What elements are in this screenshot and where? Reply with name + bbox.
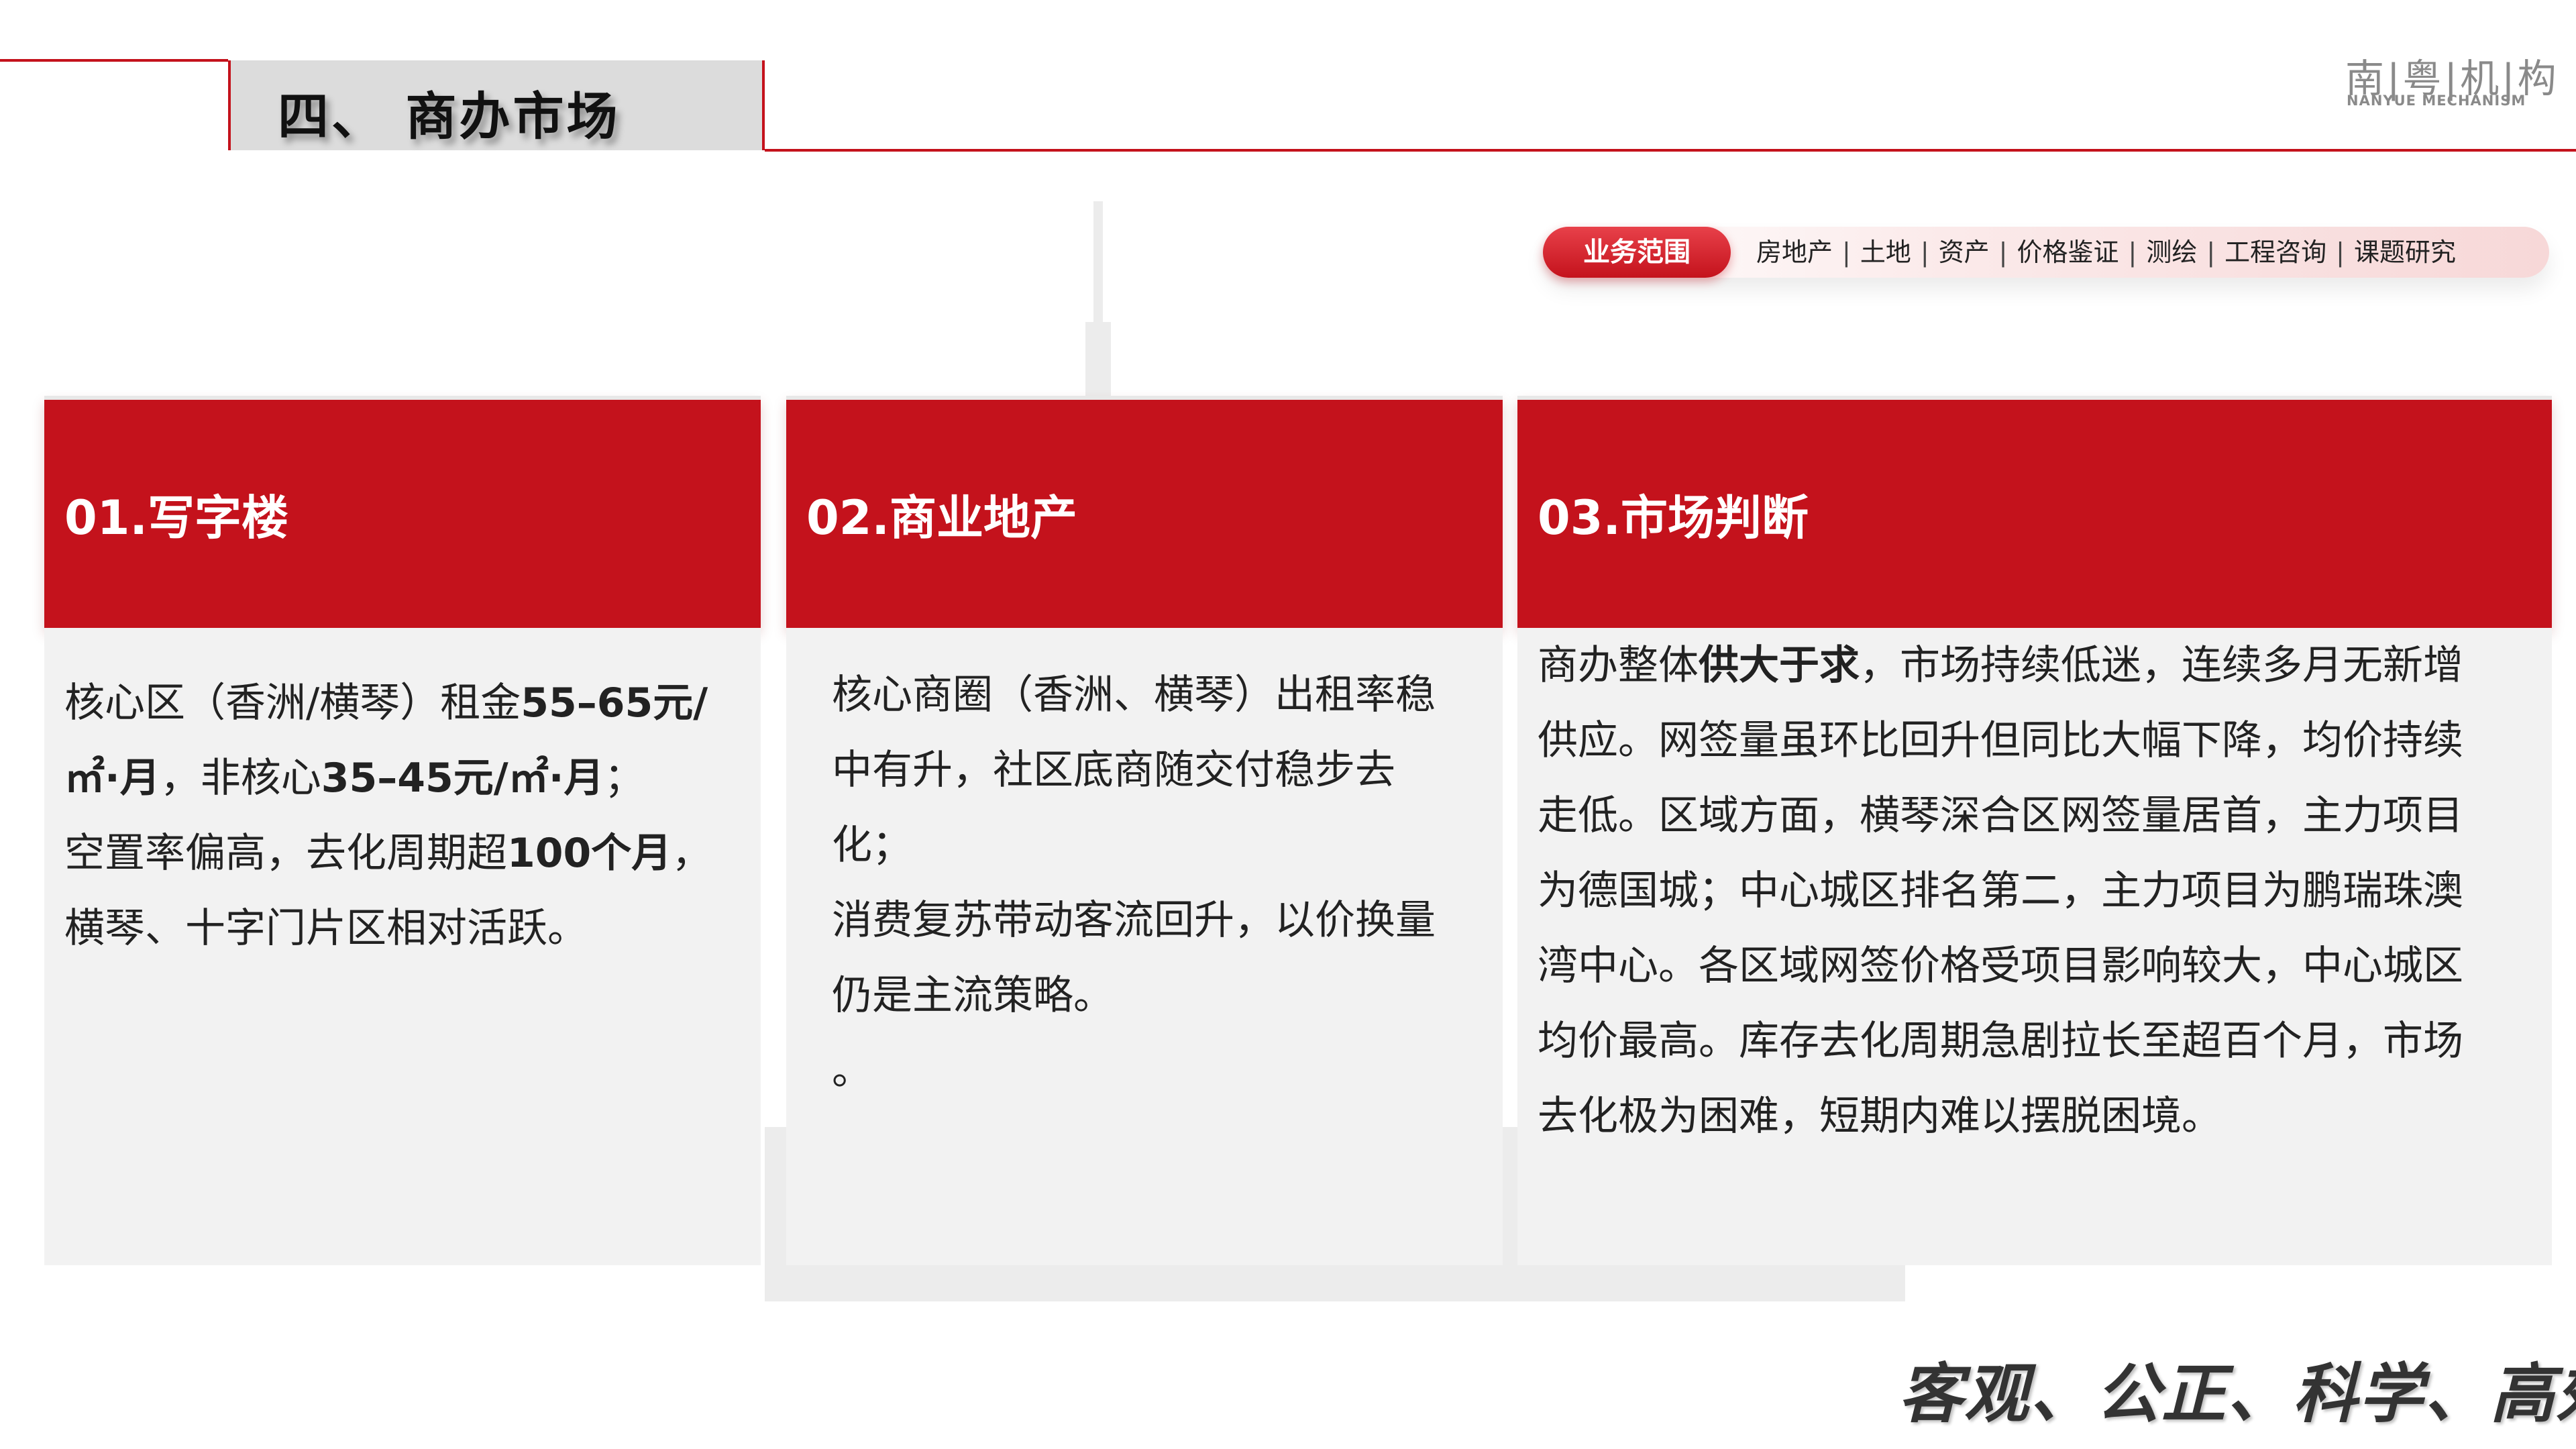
card-text: 核心商圈（香洲、横琴）出租率稳中有升，社区底商随交付稳步去化； 消费复苏带动客流回… bbox=[832, 657, 1436, 1108]
business-item-separator: | bbox=[1998, 237, 2008, 267]
card-commercial: 02.商业地产 核心商圈（香洲、横琴）出租率稳中有升，社区底商随交付稳步去化； 消… bbox=[786, 396, 1503, 1265]
bold-text: 100个月 bbox=[507, 830, 672, 877]
business-item: 测绘 bbox=[2146, 237, 2198, 267]
card-paragraph: 核心商圈（香洲、横琴）出租率稳中有升，社区底商随交付稳步去化； bbox=[832, 657, 1436, 883]
card-body: 核心商圈（香洲、横琴）出租率稳中有升，社区底商随交付稳步去化； 消费复苏带动客流回… bbox=[786, 628, 1503, 1265]
business-item-separator: | bbox=[2336, 237, 2345, 267]
business-scope-items: 房地产 | 土地 | 资产 | 价格鉴证 | 测绘 | 工程咨询 | 课题研究 bbox=[1756, 227, 2456, 278]
text-run: 消费复苏带动客流回升，以价换量仍是主流策略。 bbox=[832, 897, 1436, 1019]
business-item: 工程咨询 bbox=[2224, 237, 2327, 267]
card-header: 02.商业地产 bbox=[786, 396, 1503, 628]
text-run: 空置率偏高，去化周期超 bbox=[64, 830, 507, 877]
bold-text: 供大于求 bbox=[1699, 642, 1860, 689]
header-line-right bbox=[765, 149, 2576, 152]
section-title: 四、 商办市场 bbox=[278, 87, 621, 146]
business-item: 土地 bbox=[1860, 237, 1911, 267]
business-item: 资产 bbox=[1938, 237, 1990, 267]
business-item: 房地产 bbox=[1756, 237, 1833, 267]
business-item-separator: | bbox=[2206, 237, 2216, 267]
text-run: 核心区（香洲/横琴）租金 bbox=[64, 680, 521, 727]
card-text: 核心区（香洲/横琴）租金55–65元/㎡·月，非核心35–45元/㎡·月； 空置率… bbox=[64, 665, 741, 966]
header-line-left bbox=[0, 59, 228, 62]
card-body: 核心区（香洲/横琴）租金55–65元/㎡·月，非核心35–45元/㎡·月； 空置率… bbox=[44, 628, 761, 1265]
business-item: 价格鉴证 bbox=[2017, 237, 2119, 267]
card-text: 商办整体供大于求，市场持续低迷，连续多月无新增供应。网签量虽环比回升但同比大幅下… bbox=[1538, 628, 2478, 1154]
business-item-separator: | bbox=[2128, 237, 2137, 267]
slogan: 客观、公正、科学、高效 bbox=[1898, 1356, 2576, 1432]
business-item-separator: | bbox=[1842, 237, 1851, 267]
card-market-judgement: 03.市场判断 商办整体供大于求，市场持续低迷，连续多月无新增供应。网签量虽环比… bbox=[1517, 396, 2552, 1265]
business-item-separator: | bbox=[1920, 237, 1929, 267]
card-paragraph: 核心区（香洲/横琴）租金55–65元/㎡·月，非核心35–45元/㎡·月； bbox=[64, 665, 741, 816]
card-paragraph: 消费复苏带动客流回升，以价换量仍是主流策略。 bbox=[832, 883, 1436, 1033]
section-title-box: 四、 商办市场 bbox=[228, 60, 765, 150]
bold-text: 35–45元/㎡·月 bbox=[321, 755, 604, 802]
text-run: ，非核心 bbox=[160, 755, 321, 802]
text-run: 。 bbox=[832, 1047, 872, 1094]
card-office: 01.写字楼 核心区（香洲/横琴）租金55–65元/㎡·月，非核心35–45元/… bbox=[44, 396, 761, 1265]
text-run: ； bbox=[604, 755, 645, 802]
text-run: ，市场持续低迷，连续多月无新增供应。网签量虽环比回升但同比大幅下降，均价持续走低… bbox=[1538, 642, 2463, 1140]
logo-english: NANYUE MECHANISM bbox=[2347, 93, 2526, 109]
card-title: 01.写字楼 bbox=[64, 490, 289, 545]
text-run: 核心商圈（香洲、横琴）出租率稳中有升，社区底商随交付稳步去化； bbox=[832, 672, 1436, 869]
card-title: 03.市场判断 bbox=[1538, 490, 1809, 545]
card-paragraph: 。 bbox=[832, 1033, 1436, 1108]
business-scope-bar: 业务范围 房地产 | 土地 | 资产 | 价格鉴证 | 测绘 | 工程咨询 | 课题研究 bbox=[1543, 227, 2549, 278]
card-header: 01.写字楼 bbox=[44, 396, 761, 628]
card-title: 02.商业地产 bbox=[806, 490, 1078, 545]
card-paragraph: 商办整体供大于求，市场持续低迷，连续多月无新增供应。网签量虽环比回升但同比大幅下… bbox=[1538, 628, 2478, 1154]
business-item: 课题研究 bbox=[2353, 237, 2456, 267]
card-body: 商办整体供大于求，市场持续低迷，连续多月无新增供应。网签量虽环比回升但同比大幅下… bbox=[1517, 628, 2552, 1265]
business-scope-label: 业务范围 bbox=[1543, 227, 1731, 278]
card-paragraph: 空置率偏高，去化周期超100个月，横琴、十字门片区相对活跃。 bbox=[64, 816, 741, 966]
text-run: 商办整体 bbox=[1538, 642, 1699, 689]
card-header: 03.市场判断 bbox=[1517, 396, 2552, 628]
